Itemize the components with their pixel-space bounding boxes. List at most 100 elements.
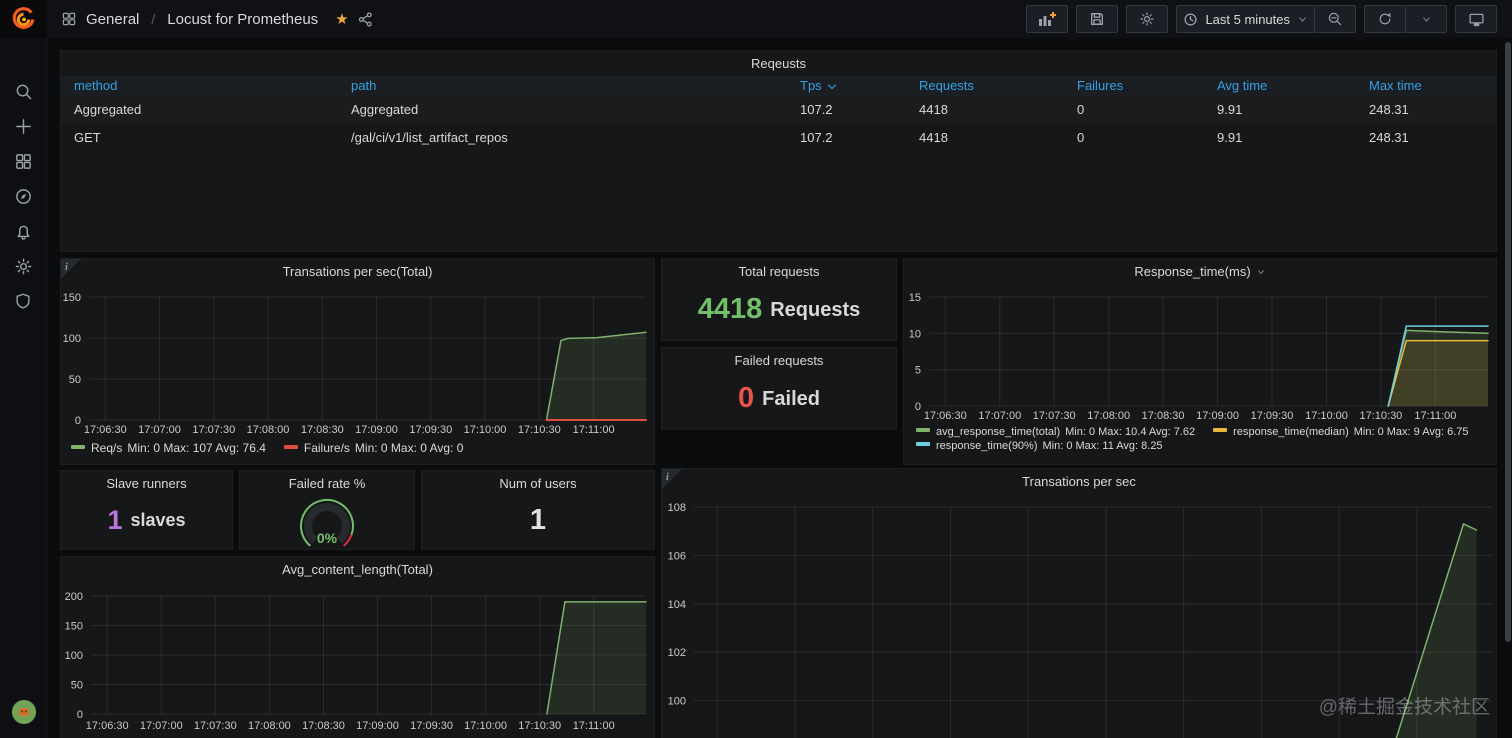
panel-title[interactable]: Response_time(ms) xyxy=(904,264,1496,279)
table-cell: 107.2 xyxy=(800,102,833,117)
svg-text:17:07:00: 17:07:00 xyxy=(140,720,183,732)
svg-text:17:07:30: 17:07:30 xyxy=(192,424,235,436)
panel-title[interactable]: Avg_content_length(Total) xyxy=(61,562,654,577)
clock-icon xyxy=(1184,12,1197,26)
svg-text:17:08:30: 17:08:30 xyxy=(302,720,345,732)
gauge-value: 0% xyxy=(317,530,338,546)
plus-icon xyxy=(15,118,31,134)
panel-title[interactable]: Transations per sec xyxy=(662,474,1496,489)
svg-text:17:08:30: 17:08:30 xyxy=(301,424,344,436)
sidebar-item-create[interactable] xyxy=(13,116,33,136)
panel-info-corner[interactable]: i xyxy=(662,469,682,489)
legend-item[interactable]: response_time(median) Min: 0 Max: 9 Avg: … xyxy=(1213,426,1468,438)
svg-text:50: 50 xyxy=(71,680,83,692)
gear-icon xyxy=(1140,12,1155,26)
zoom-out-time-button[interactable] xyxy=(1314,5,1356,33)
table-cell: 0 xyxy=(1077,102,1085,117)
legend-item[interactable]: response_time(90%) Min: 0 Max: 11 Avg: 8.… xyxy=(916,440,1163,452)
sidebar-item-server-admin[interactable] xyxy=(13,291,33,311)
time-controls: Last 5 minutes xyxy=(1176,5,1356,33)
svg-text:17:09:00: 17:09:00 xyxy=(355,424,398,436)
panel-title[interactable]: Total requests xyxy=(739,264,820,279)
svg-text:15: 15 xyxy=(909,292,921,304)
share-icon[interactable] xyxy=(358,11,373,27)
refresh-interval-dropdown[interactable] xyxy=(1405,5,1447,33)
svg-text:17:06:30: 17:06:30 xyxy=(86,720,129,732)
series-stats: Min: 0 Max: 11 Avg: 8.25 xyxy=(1042,440,1163,452)
cycle-view-button[interactable] xyxy=(1455,5,1497,33)
svg-text:17:11:00: 17:11:00 xyxy=(573,720,615,732)
avg-content-length-chart[interactable]: 17:06:30 17:07:00 17:07:30 17:08:00 17:08:30… xyxy=(61,557,656,738)
series-name: Req/s xyxy=(91,441,123,455)
refresh-icon xyxy=(1379,13,1391,25)
grafana-flame-icon xyxy=(12,6,35,29)
table-header-cell[interactable]: Failures xyxy=(1064,76,1204,96)
series-stats: Min: 0 Max: 10.4 Avg: 7.62 xyxy=(1065,426,1196,438)
legend-row: Req/s Min: 0 Max: 107 Avg: 76.4 Failure/s M… xyxy=(71,441,463,455)
sidebar-item-alerting[interactable] xyxy=(13,221,33,241)
tps-total-chart[interactable]: 17:06:30 17:07:00 17:07:30 17:08:00 17:08:30… xyxy=(61,259,656,439)
time-range-label: Last 5 minutes xyxy=(1205,11,1290,27)
add-panel-button[interactable] xyxy=(1026,5,1069,33)
panel-title[interactable]: Slave runners xyxy=(106,476,186,491)
shield-icon xyxy=(16,293,30,309)
table-cell: /gal/ci/v1/list_artifact_repos xyxy=(351,130,508,145)
panel-title[interactable]: Reqeusts xyxy=(61,56,1496,71)
panel-response-time: Response_time(ms) 17:06:30 17:07:00 17:07:… xyxy=(903,258,1497,465)
svg-text:17:09:30: 17:09:30 xyxy=(410,720,453,732)
panel-title[interactable]: Failed requests xyxy=(735,353,824,368)
table-row: Aggregated Aggregated 107.2 4418 0 9.91 248.31 xyxy=(61,96,1496,124)
svg-text:17:06:30: 17:06:30 xyxy=(84,424,127,436)
grafana-logo[interactable] xyxy=(0,0,47,38)
panel-info-corner[interactable]: i xyxy=(61,259,81,279)
table-header-cell[interactable]: method xyxy=(61,76,338,96)
legend-item[interactable]: Req/s Min: 0 Max: 107 Avg: 76.4 xyxy=(71,441,266,455)
svg-text:17:11:00: 17:11:00 xyxy=(1414,410,1456,422)
panel-title[interactable]: Num of users xyxy=(499,476,576,491)
grafana-dashboard: General / Locust for Prometheus ★ Last 5… xyxy=(0,0,1512,738)
panel-requests-table: Reqeusts method path Tps Requests Failures Av… xyxy=(60,50,1497,252)
table-header-cell[interactable]: Requests xyxy=(906,76,1064,96)
dashboard-title[interactable]: Locust for Prometheus xyxy=(167,11,318,28)
dashboard-grid-icon xyxy=(62,12,76,26)
series-color-swatch xyxy=(1213,428,1228,432)
response-time-chart[interactable]: 17:06:30 17:07:00 17:07:30 17:08:00 17:08:30… xyxy=(904,259,1498,423)
stat-suffix: slaves xyxy=(130,510,186,530)
sidebar-user[interactable] xyxy=(0,700,47,724)
svg-text:17:07:00: 17:07:00 xyxy=(138,424,181,436)
tps-chart[interactable]: 100 102 104 106 108 xyxy=(662,469,1498,738)
dashboard-settings-button[interactable] xyxy=(1126,5,1169,33)
series-name: response_time(90%) xyxy=(936,440,1038,452)
time-range-picker[interactable]: Last 5 minutes xyxy=(1176,5,1315,33)
save-dashboard-button[interactable] xyxy=(1076,5,1119,33)
svg-text:0: 0 xyxy=(77,709,83,721)
table-header-cell[interactable]: Avg time xyxy=(1204,76,1356,96)
sidebar-item-configuration[interactable] xyxy=(13,256,33,276)
svg-text:100: 100 xyxy=(668,696,686,708)
vertical-scrollbar[interactable] xyxy=(1505,42,1511,642)
sidebar-item-explore[interactable] xyxy=(13,186,33,206)
svg-text:150: 150 xyxy=(65,621,83,633)
sidebar-item-search[interactable] xyxy=(13,81,33,101)
svg-text:0: 0 xyxy=(75,415,81,427)
refresh-button[interactable] xyxy=(1364,5,1406,33)
table-cell: Aggregated xyxy=(351,102,419,117)
series-stats: Min: 0 Max: 107 Avg: 76.4 xyxy=(127,441,266,455)
sidebar-item-dashboards[interactable] xyxy=(13,151,33,171)
stat-value-line: 4418 Requests xyxy=(698,279,861,340)
series-name: response_time(median) xyxy=(1233,426,1349,438)
svg-text:50: 50 xyxy=(69,374,81,386)
svg-text:200: 200 xyxy=(65,591,83,603)
add-panel-icon xyxy=(1039,12,1057,26)
table-header-cell[interactable]: Max time xyxy=(1356,76,1496,96)
breadcrumb-folder[interactable]: General xyxy=(86,11,139,28)
table-header-cell[interactable]: Tps xyxy=(787,76,906,96)
favorite-star-icon[interactable]: ★ xyxy=(335,12,348,27)
table-cell: 248.31 xyxy=(1369,130,1409,145)
table-header-cell[interactable]: path xyxy=(338,76,787,96)
panel-title[interactable]: Failed rate % xyxy=(289,476,366,491)
legend-item[interactable]: Failure/s Min: 0 Max: 0 Avg: 0 xyxy=(283,441,463,455)
panel-title[interactable]: Transations per sec(Total) xyxy=(61,264,654,279)
svg-text:10: 10 xyxy=(909,328,921,340)
legend-item[interactable]: avg_response_time(total) Min: 0 Max: 10.4… xyxy=(916,426,1195,438)
